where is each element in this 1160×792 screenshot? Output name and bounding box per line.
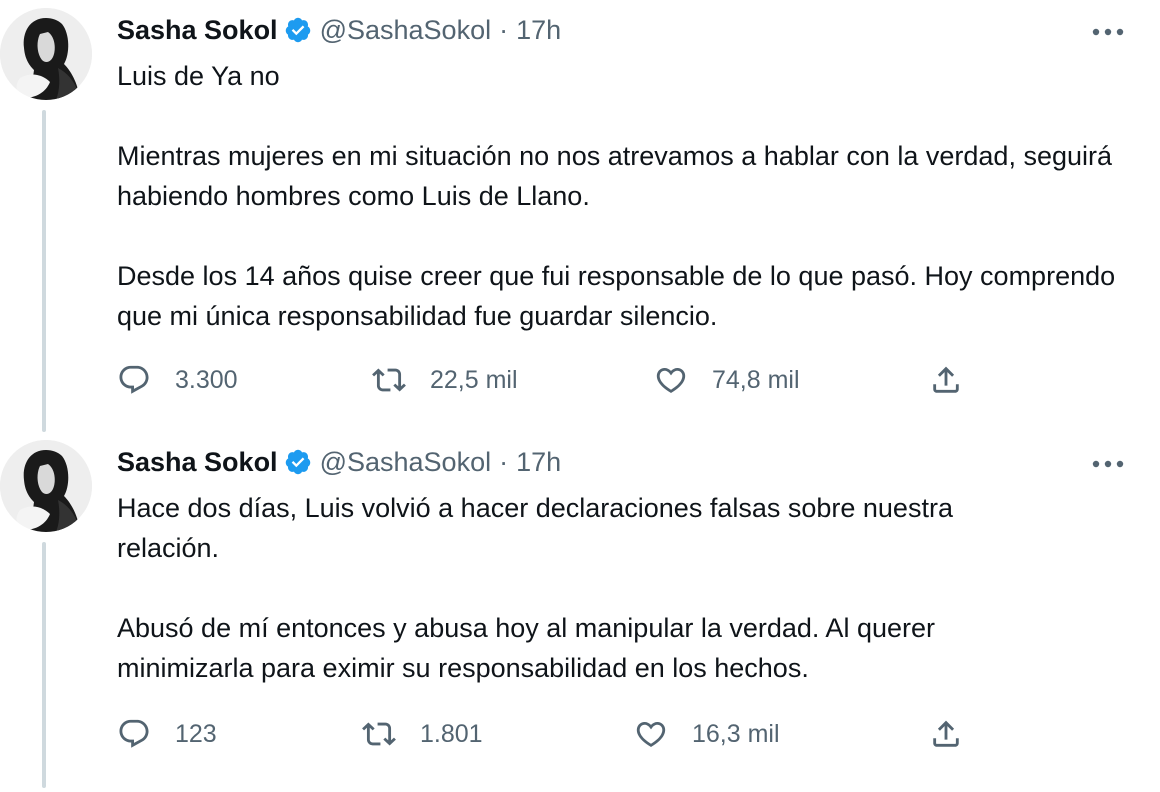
tweet-paragraph: Desde los 14 años quise creer que fui re… <box>117 261 1116 331</box>
thread-line <box>42 542 46 788</box>
reply-icon <box>117 363 151 397</box>
more-icon[interactable] <box>1088 450 1128 478</box>
handle[interactable]: @SashaSokol <box>320 444 492 480</box>
retweet-count: 22,5 mil <box>430 366 518 394</box>
display-name[interactable]: Sasha Sokol <box>117 12 278 48</box>
tweet-header: Sasha Sokol @SashaSokol · 17h <box>117 444 561 480</box>
reply-count: 3.300 <box>175 366 238 394</box>
retweet-icon <box>362 717 396 751</box>
timestamp[interactable]: 17h <box>516 12 561 48</box>
reply-count: 123 <box>175 720 217 748</box>
share-button[interactable] <box>929 360 963 400</box>
tweet-text: Luis de Ya no Mientras mujeres en mi sit… <box>117 56 1137 336</box>
tweet-header: Sasha Sokol @SashaSokol · 17h <box>117 12 561 48</box>
retweet-button[interactable]: 22,5 mil <box>372 360 518 400</box>
tweet-text: Hace dos días, Luis volvió a hacer decla… <box>117 488 1057 688</box>
retweet-icon <box>372 363 406 397</box>
like-icon <box>654 363 688 397</box>
like-button[interactable]: 16,3 mil <box>634 714 780 754</box>
handle[interactable]: @SashaSokol <box>320 12 492 48</box>
share-button[interactable] <box>929 714 963 754</box>
reply-icon <box>117 717 151 751</box>
action-bar: 3.300 22,5 mil 74,8 mil <box>117 360 977 400</box>
like-icon <box>634 717 668 751</box>
thread-line <box>42 110 46 432</box>
tweet-paragraph: Abusó de mí entonces y abusa hoy al mani… <box>117 613 935 683</box>
timestamp[interactable]: 17h <box>516 444 561 480</box>
verified-badge-icon <box>284 448 312 476</box>
display-name[interactable]: Sasha Sokol <box>117 444 278 480</box>
like-button[interactable]: 74,8 mil <box>654 360 800 400</box>
avatar[interactable] <box>0 440 92 532</box>
like-count: 16,3 mil <box>692 720 780 748</box>
more-icon[interactable] <box>1088 18 1128 46</box>
avatar[interactable] <box>0 8 92 100</box>
separator: · <box>499 447 509 477</box>
tweet-paragraph: Mientras mujeres en mi situación no nos … <box>117 141 1113 211</box>
retweet-count: 1.801 <box>420 720 483 748</box>
tweet[interactable]: Sasha Sokol @SashaSokol · 17h Luis de Ya… <box>0 0 1160 432</box>
like-count: 74,8 mil <box>712 366 800 394</box>
action-bar: 123 1.801 16,3 mil <box>117 714 977 754</box>
retweet-button[interactable]: 1.801 <box>362 714 483 754</box>
tweet-paragraph: Hace dos días, Luis volvió a hacer decla… <box>117 493 953 563</box>
verified-badge-icon <box>284 16 312 44</box>
share-icon <box>929 717 963 751</box>
reply-button[interactable]: 123 <box>117 714 217 754</box>
share-icon <box>929 363 963 397</box>
tweet[interactable]: Sasha Sokol @SashaSokol · 17h Hace dos d… <box>0 432 1160 792</box>
tweet-paragraph: Luis de Ya no <box>117 61 280 91</box>
separator: · <box>499 15 509 45</box>
reply-button[interactable]: 3.300 <box>117 360 238 400</box>
